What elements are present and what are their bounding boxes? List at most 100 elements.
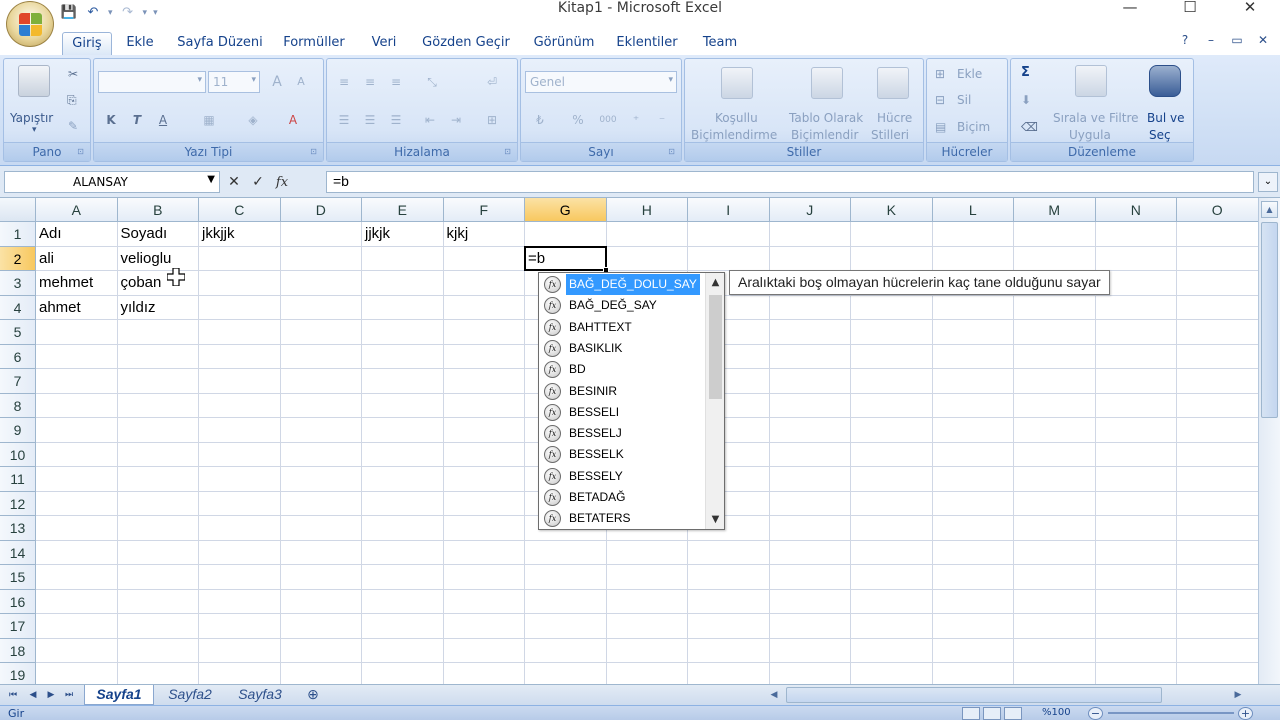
column-header-c[interactable]: C xyxy=(199,198,281,222)
wrap-text-icon[interactable]: ⏎ xyxy=(481,71,503,93)
cell-f1[interactable]: kjkj xyxy=(444,222,469,246)
autocomplete-item[interactable]: fx BAĞ_DEĞ_SAY xyxy=(541,295,705,316)
pano-launcher-icon[interactable]: ⊡ xyxy=(75,147,86,158)
tab-ekle[interactable]: Ekle xyxy=(118,32,162,55)
column-header-m[interactable]: M xyxy=(1014,198,1096,222)
minimize-button[interactable]: — xyxy=(1100,0,1160,16)
vertical-scroll-thumb[interactable] xyxy=(1261,222,1278,418)
row-header-14[interactable]: 14 xyxy=(0,540,36,565)
paste-dropdown-icon[interactable]: ▾ xyxy=(32,125,37,135)
row-header-2[interactable]: 2 xyxy=(0,246,36,271)
zoom-in-button[interactable]: + xyxy=(1238,707,1253,720)
column-header-o[interactable]: O xyxy=(1177,198,1258,222)
delete-cells-button[interactable]: Sil xyxy=(957,93,971,107)
page-break-view-icon[interactable] xyxy=(1004,707,1022,720)
cell-a2[interactable]: ali xyxy=(36,247,54,271)
align-middle-icon[interactable]: ≡ xyxy=(359,71,381,93)
column-header-d[interactable]: D xyxy=(280,198,362,222)
percent-button[interactable]: % xyxy=(567,109,589,131)
fill-color-icon[interactable]: ◈ xyxy=(242,109,264,131)
tab-veri[interactable]: Veri xyxy=(362,32,406,55)
scroll-left-icon[interactable]: ◀ xyxy=(766,687,782,703)
active-cell-g2[interactable]: =b xyxy=(524,246,607,271)
cell-styles-icon[interactable] xyxy=(877,67,909,99)
prev-sheet-icon[interactable]: ◀ xyxy=(26,688,40,702)
row-header-11[interactable]: 11 xyxy=(0,467,36,492)
cell-b3[interactable]: çoban xyxy=(118,271,162,295)
row-header-13[interactable]: 13 xyxy=(0,516,36,541)
decrease-indent-icon[interactable]: ⇤ xyxy=(419,109,441,131)
column-header-g[interactable]: G xyxy=(525,198,607,222)
row-header-17[interactable]: 17 xyxy=(0,614,36,639)
find-select-line2[interactable]: Seç xyxy=(1149,128,1171,142)
decrease-decimal-icon[interactable]: ⁻ xyxy=(651,109,673,131)
shrink-font-button[interactable]: A xyxy=(290,71,312,93)
row-header-12[interactable]: 12 xyxy=(0,491,36,516)
row-header-10[interactable]: 10 xyxy=(0,442,36,467)
doc-minimize-button[interactable]: – xyxy=(1202,33,1220,47)
row-header-6[interactable]: 6 xyxy=(0,344,36,369)
cell-a3[interactable]: mehmet xyxy=(36,271,93,295)
bold-button[interactable]: K xyxy=(100,109,122,131)
cell-b1[interactable]: Soyadı xyxy=(118,222,168,246)
binoculars-icon[interactable] xyxy=(1149,65,1181,97)
scroll-up-icon[interactable]: ▲ xyxy=(1261,201,1278,218)
align-right-icon[interactable]: ☰ xyxy=(385,109,407,131)
row-header-5[interactable]: 5 xyxy=(0,320,36,345)
help-icon[interactable]: ? xyxy=(1176,33,1194,47)
tab-team[interactable]: Team xyxy=(696,32,744,55)
number-format-select[interactable]: Genel ▾ xyxy=(525,71,677,93)
autocomplete-item[interactable]: fx BETADAĞ xyxy=(541,487,705,508)
align-center-icon[interactable]: ☰ xyxy=(359,109,381,131)
format-as-table-icon[interactable] xyxy=(811,67,843,99)
sheet-tab-3[interactable]: Sayfa3 xyxy=(228,685,292,705)
column-header-l[interactable]: L xyxy=(932,198,1014,222)
first-sheet-icon[interactable]: ⏮ xyxy=(6,688,20,702)
chevron-down-icon[interactable]: ▼ xyxy=(207,174,215,185)
alignment-launcher-icon[interactable]: ⊡ xyxy=(502,147,513,158)
office-button[interactable] xyxy=(6,1,54,47)
copy-icon[interactable]: ⎘ xyxy=(67,93,77,108)
insert-cells-button[interactable]: Ekle xyxy=(957,67,982,81)
insert-sheet-icon[interactable]: ⊕ xyxy=(300,685,326,705)
align-top-icon[interactable]: ≡ xyxy=(333,71,355,93)
align-left-icon[interactable]: ☰ xyxy=(333,109,355,131)
conditional-format-icon[interactable] xyxy=(721,67,753,99)
cell-styles-line2[interactable]: Stilleri xyxy=(871,128,909,142)
sheet-tab-1[interactable]: Sayfa1 xyxy=(84,685,154,705)
column-header-f[interactable]: F xyxy=(443,198,525,222)
horizontal-scrollbar[interactable]: ◀ ▶ xyxy=(760,687,1260,703)
scroll-up-icon[interactable]: ▲ xyxy=(706,274,725,291)
cell-e1[interactable]: jjkjk xyxy=(362,222,390,246)
formula-input[interactable]: =b xyxy=(326,171,1254,193)
tab-sayfa-duzeni[interactable]: Sayfa Düzeni xyxy=(174,32,266,55)
column-header-b[interactable]: B xyxy=(117,198,199,222)
doc-restore-button[interactable]: ▭ xyxy=(1228,33,1246,47)
column-header-k[interactable]: K xyxy=(851,198,933,222)
function-autocomplete-list[interactable]: ▲ ▼ fx BAĞ_DEĞ_DOLU_SAY fx BAĞ_DEĞ_SAY fx BAH… xyxy=(538,272,725,530)
conditional-format-line1[interactable]: Koşullu xyxy=(715,111,758,125)
tab-giris[interactable]: Giriş xyxy=(62,32,112,55)
scroll-right-icon[interactable]: ▶ xyxy=(1230,687,1246,703)
row-header-8[interactable]: 8 xyxy=(0,393,36,418)
align-bottom-icon[interactable]: ≡ xyxy=(385,71,407,93)
column-header-j[interactable]: J xyxy=(769,198,851,222)
expand-formula-bar-icon[interactable]: ⌄ xyxy=(1258,172,1278,192)
delete-cells-icon[interactable]: ⊟ xyxy=(935,93,945,107)
format-as-table-line2[interactable]: Biçimlendir xyxy=(791,128,858,142)
row-header-19[interactable]: 19 xyxy=(0,663,36,684)
cancel-icon[interactable]: ✕ xyxy=(224,174,244,190)
number-launcher-icon[interactable]: ⊡ xyxy=(666,147,677,158)
row-header-15[interactable]: 15 xyxy=(0,565,36,590)
row-header-18[interactable]: 18 xyxy=(0,638,36,663)
zoom-slider[interactable] xyxy=(1108,712,1234,714)
cell-c1[interactable]: jkkjjk xyxy=(199,222,235,246)
row-header-9[interactable]: 9 xyxy=(0,418,36,443)
enter-icon[interactable]: ✓ xyxy=(248,174,268,190)
currency-icon[interactable]: ₺ xyxy=(529,109,551,131)
next-sheet-icon[interactable]: ▶ xyxy=(44,688,58,702)
cell-b2[interactable]: velioglu xyxy=(118,247,172,271)
paste-button[interactable]: Yapıştır xyxy=(10,111,53,125)
name-box[interactable]: ALANSAY ▼ xyxy=(4,171,220,193)
zoom-out-button[interactable]: − xyxy=(1088,707,1103,720)
